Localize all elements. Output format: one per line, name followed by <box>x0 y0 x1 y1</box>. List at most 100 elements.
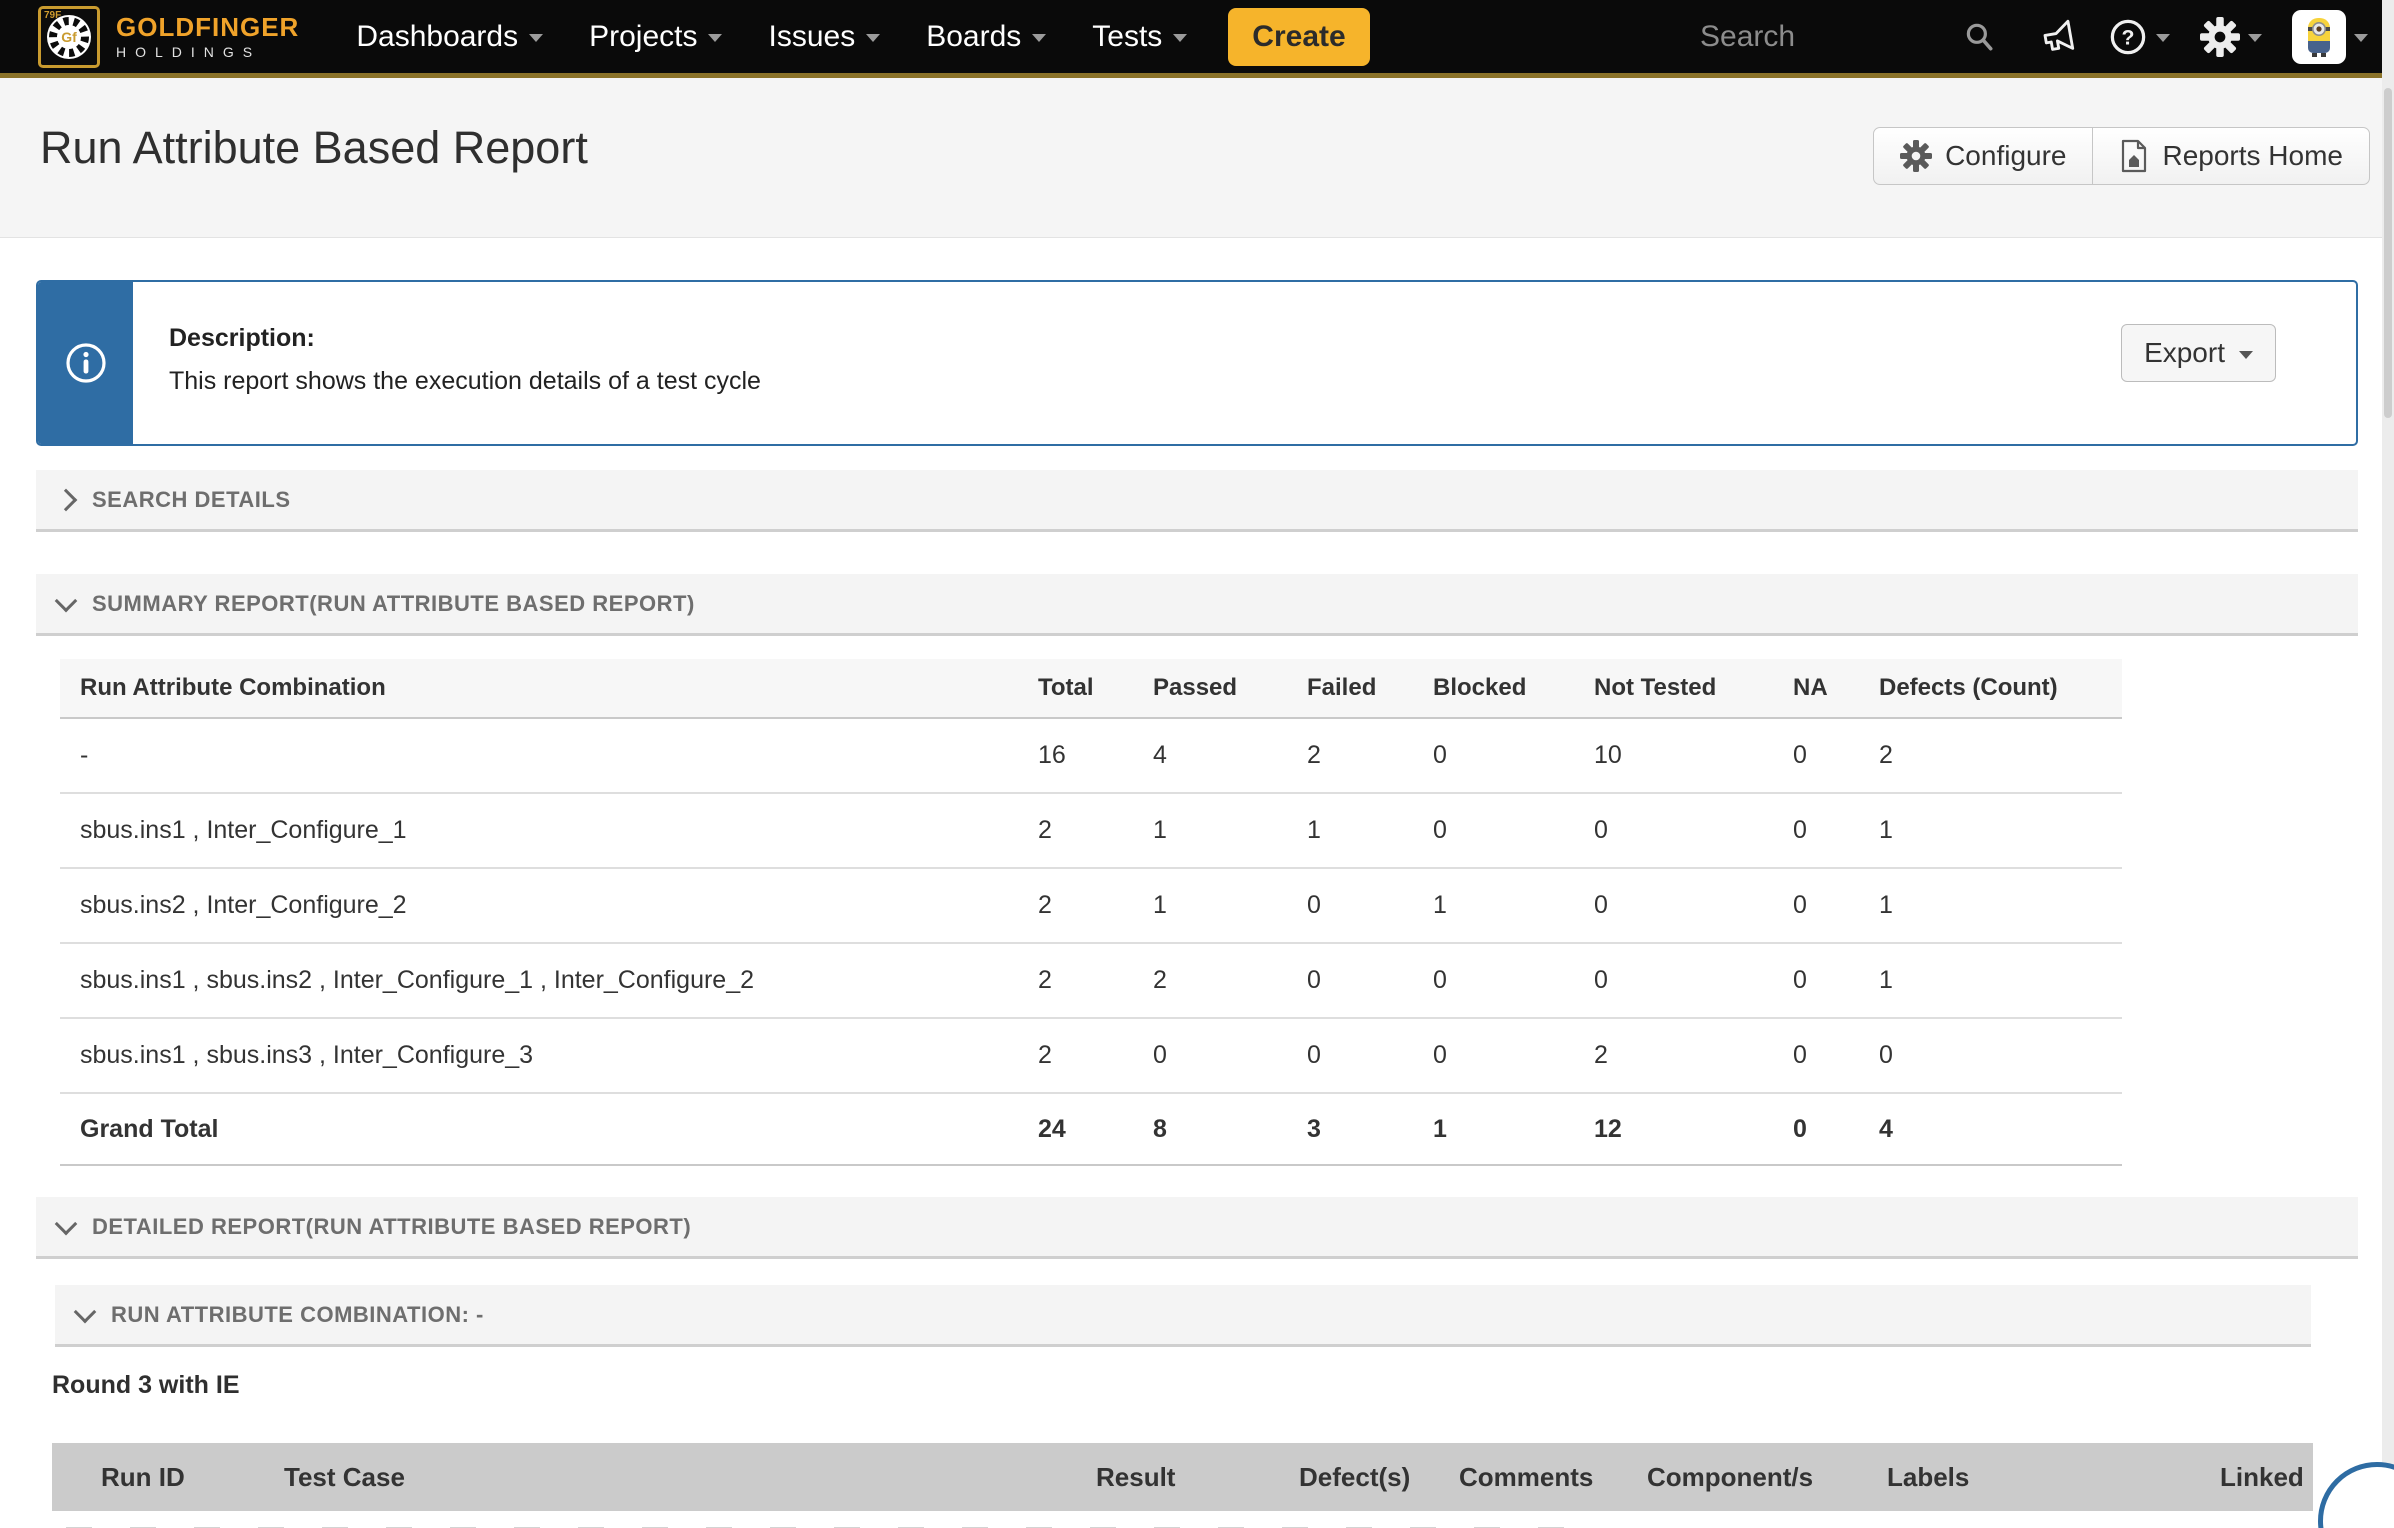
cell-passed: 0 <box>1143 1018 1297 1093</box>
create-button[interactable]: Create <box>1228 8 1369 66</box>
scrollbar-thumb[interactable] <box>2384 88 2392 418</box>
cell-total: 2 <box>1028 793 1143 868</box>
cell-not-tested: 0 <box>1584 868 1783 943</box>
col-na: NA <box>1783 659 1869 718</box>
table-row: sbus.ins1 , sbus.ins3 , Inter_Configure_… <box>60 1018 2122 1093</box>
logo-monogram: Gf <box>61 29 77 45</box>
table-row: - 16 4 2 0 10 0 2 <box>60 718 2122 793</box>
description-text: This report shows the execution details … <box>169 367 761 396</box>
configure-button[interactable]: Configure <box>1874 128 2092 184</box>
search-input[interactable] <box>1698 19 1962 55</box>
nav-menus: Dashboards Projects Issues Boards Tests <box>333 20 1210 54</box>
cell-total: 2 <box>1028 943 1143 1018</box>
section-label: DETAILED REPORT(RUN ATTRIBUTE BASED REPO… <box>92 1214 691 1240</box>
section-detailed-report[interactable]: DETAILED REPORT(RUN ATTRIBUTE BASED REPO… <box>36 1197 2358 1259</box>
page-title: Run Attribute Based Report <box>40 122 588 174</box>
svg-text:?: ? <box>2122 25 2135 49</box>
col-not-tested: Not Tested <box>1584 659 1783 718</box>
col-failed: Failed <box>1297 659 1423 718</box>
grand-total-row: Grand Total 24 8 3 1 12 0 4 <box>60 1093 2122 1165</box>
nav-menu-label: Dashboards <box>356 20 518 54</box>
brand-name: GOLDFINGER <box>116 13 299 42</box>
cell-not-tested: 2 <box>1584 1018 1783 1093</box>
logo-badge: 79F <box>44 10 61 21</box>
search-box[interactable] <box>1698 19 2008 55</box>
col-test-case: Test Case <box>284 1443 405 1511</box>
chevron-down-icon <box>529 34 543 42</box>
section-label: SUMMARY REPORT(RUN ATTRIBUTE BASED REPOR… <box>92 591 695 617</box>
col-linked: Linked <box>2220 1443 2304 1511</box>
cell-passed: 4 <box>1143 718 1297 793</box>
chevron-down-icon <box>2239 351 2253 359</box>
nav-menu-label: Issues <box>768 20 855 54</box>
cell-na: 0 <box>1783 1093 1869 1165</box>
export-button[interactable]: Export <box>2121 324 2276 382</box>
nav-menu-tests[interactable]: Tests <box>1069 20 1210 54</box>
avatar <box>2292 10 2346 64</box>
brand-logo[interactable]: 79F Gf GOLDFINGER HOLDINGS <box>38 6 299 68</box>
cell-failed: 0 <box>1297 868 1423 943</box>
nav-menu-issues[interactable]: Issues <box>745 20 903 54</box>
col-passed: Passed <box>1143 659 1297 718</box>
col-comments: Comments <box>1459 1443 1593 1511</box>
chevron-right-icon <box>55 488 78 511</box>
chevron-down-icon <box>866 34 880 42</box>
scrollbar-track[interactable] <box>2382 0 2394 1528</box>
cell-failed: 1 <box>1297 793 1423 868</box>
nav-menu-label: Tests <box>1092 20 1162 54</box>
top-nav: 79F Gf GOLDFINGER HOLDINGS Dashboards Pr… <box>0 0 2394 78</box>
app-window: 79F Gf GOLDFINGER HOLDINGS Dashboards Pr… <box>0 0 2394 1528</box>
cell-failed: 3 <box>1297 1093 1423 1165</box>
cell-na: 0 <box>1783 943 1869 1018</box>
chevron-down-icon <box>74 1300 97 1323</box>
chevron-down-icon <box>1032 34 1046 42</box>
reports-home-button[interactable]: Reports Home <box>2092 128 2369 184</box>
section-summary-report[interactable]: SUMMARY REPORT(RUN ATTRIBUTE BASED REPOR… <box>36 574 2358 636</box>
nav-menu-dashboards[interactable]: Dashboards <box>333 20 566 54</box>
cell-not-tested: 0 <box>1584 943 1783 1018</box>
col-defects-count: Defects (Count) <box>1869 659 2122 718</box>
announcements-button[interactable] <box>2038 17 2078 57</box>
minion-avatar-icon <box>2295 13 2343 61</box>
description-body: Description: This report shows the execu… <box>133 282 801 444</box>
search-icon[interactable] <box>1962 20 1996 54</box>
chevron-down-icon <box>2156 34 2170 42</box>
col-defects: Defect(s) <box>1299 1443 1410 1511</box>
configure-label: Configure <box>1945 140 2066 172</box>
defects-link[interactable]: 1 <box>1869 793 2122 868</box>
section-search-details[interactable]: SEARCH DETAILS <box>36 470 2358 532</box>
cell-passed: 2 <box>1143 943 1297 1018</box>
section-label: SEARCH DETAILS <box>92 487 291 513</box>
settings-menu[interactable] <box>2200 17 2262 57</box>
col-labels: Labels <box>1887 1443 1969 1511</box>
nav-menu-boards[interactable]: Boards <box>903 20 1069 54</box>
defects-link[interactable]: 1 <box>1869 943 2122 1018</box>
info-icon <box>64 341 108 385</box>
logo-emblem: 79F Gf <box>38 6 100 68</box>
megaphone-icon <box>2038 17 2078 57</box>
description-panel: Description: This report shows the execu… <box>36 280 2358 446</box>
defects-link[interactable]: 2 <box>1869 718 2122 793</box>
cell-passed: 1 <box>1143 793 1297 868</box>
cell-passed: 8 <box>1143 1093 1297 1165</box>
chevron-down-icon <box>2248 34 2262 42</box>
defects-link[interactable]: 1 <box>1869 868 2122 943</box>
col-components: Component/s <box>1647 1443 1813 1511</box>
reports-home-label: Reports Home <box>2162 140 2343 172</box>
cell-defects: 0 <box>1869 1018 2122 1093</box>
help-menu[interactable]: ? <box>2108 17 2170 57</box>
nav-menu-projects[interactable]: Projects <box>566 20 745 54</box>
cell-total: 16 <box>1028 718 1143 793</box>
col-result: Result <box>1096 1443 1175 1511</box>
cell-not-tested: 0 <box>1584 793 1783 868</box>
export-label: Export <box>2144 337 2225 369</box>
cell-blocked: 0 <box>1423 1018 1584 1093</box>
user-menu[interactable] <box>2292 10 2368 64</box>
cell-combination: sbus.ins2 , Inter_Configure_2 <box>60 868 1028 943</box>
cycle-name: Round 3 with IE <box>52 1371 2358 1400</box>
cell-combination: sbus.ins1 , sbus.ins2 , Inter_Configure_… <box>60 943 1028 1018</box>
cell-not-tested: 10 <box>1584 718 1783 793</box>
section-run-attribute-combination[interactable]: RUN ATTRIBUTE COMBINATION: - <box>55 1285 2311 1347</box>
col-total: Total <box>1028 659 1143 718</box>
cell-combination: - <box>60 718 1028 793</box>
